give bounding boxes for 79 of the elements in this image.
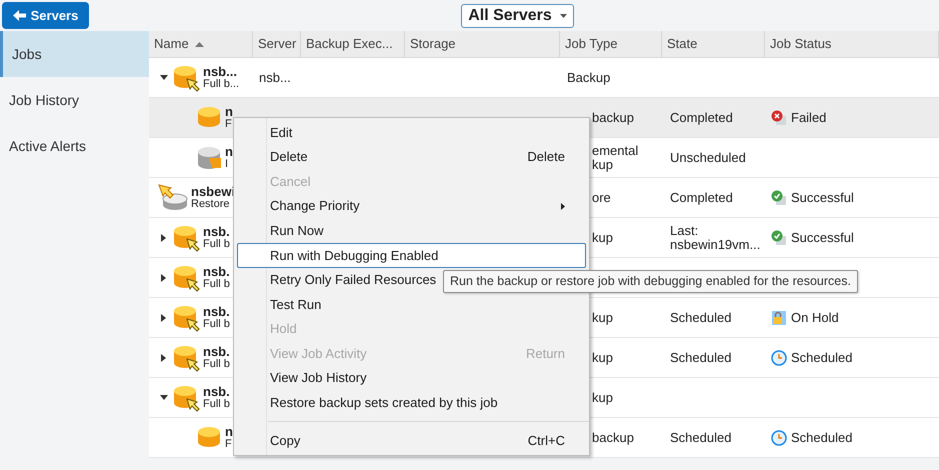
column-header[interactable]: Storage — [405, 31, 560, 57]
sidebar-item[interactable]: Active Alerts — [0, 123, 149, 169]
table-cell-text: Completed — [670, 110, 734, 124]
server-dropdown[interactable]: All Servers — [461, 4, 574, 28]
check-icon — [771, 190, 787, 206]
menu-item[interactable]: Run with Debugging Enabled — [237, 242, 586, 268]
table-cell-text: Scheduled — [791, 428, 852, 447]
job-subtitle: Full b — [203, 398, 230, 410]
column-header[interactable]: Job Type — [560, 31, 662, 57]
table-cell-text: kup — [592, 350, 614, 364]
job-name: nsb. — [203, 224, 230, 238]
shortcut-label: Ctrl+C — [528, 432, 565, 450]
job-name: n — [225, 104, 233, 118]
expand-arrow-icon[interactable] — [161, 354, 167, 362]
expand-arrow-icon[interactable] — [161, 274, 167, 282]
job-name: nsb. — [203, 304, 230, 318]
database-icon — [195, 426, 223, 450]
table-cell-text: backup — [592, 110, 635, 124]
job-name: nsb. — [203, 264, 230, 278]
caret-icon — [560, 14, 567, 18]
table-cell-text: kup — [592, 390, 614, 404]
table-cell-text: Scheduled — [670, 430, 732, 444]
table-cell-text: Completed — [670, 190, 734, 204]
menu-item[interactable]: Change Priority — [237, 194, 586, 218]
collapse-arrow-icon[interactable] — [160, 74, 168, 80]
sidebar-item[interactable]: Jobs — [0, 31, 149, 77]
job-subtitle: Full b — [203, 278, 230, 290]
job-subtitle: Restore — [191, 198, 231, 210]
job-subtitle: Full b — [203, 318, 230, 330]
restore-disk-icon — [157, 182, 189, 212]
job-name: nsb... — [203, 64, 238, 78]
job-name: nsb. — [203, 384, 230, 398]
table-cell-text: kup — [592, 310, 614, 324]
job-subtitle: Full b — [203, 358, 230, 370]
job-subtitle: Full b... — [203, 78, 240, 90]
clock-icon — [771, 430, 787, 446]
check-icon — [771, 230, 787, 246]
table-cell-text: emental kup — [592, 144, 640, 172]
sidebar-item[interactable]: Job History — [0, 77, 149, 123]
table-cell-text: Unscheduled — [670, 150, 747, 164]
table-cell-text: Backup — [567, 70, 612, 84]
tooltip: Run the backup or restore job with debugging enabled for the resources. — [443, 270, 858, 293]
job-subtitle: F — [225, 438, 233, 450]
clock-icon — [771, 350, 787, 366]
lock-icon — [771, 310, 787, 326]
column-header[interactable]: Backup Exec... — [301, 31, 405, 57]
expand-arrow-icon[interactable] — [161, 314, 167, 322]
table-cell-text: On Hold — [791, 308, 839, 327]
table-cell-text: backup — [592, 430, 635, 444]
table-cell-text: Successful — [791, 228, 854, 247]
table-cell-text: Scheduled — [670, 310, 732, 324]
collapse-arrow-icon[interactable] — [160, 394, 168, 400]
job-name: nsb. — [203, 344, 230, 358]
column-header[interactable]: State — [662, 31, 765, 57]
job-subtitle: F — [225, 118, 233, 130]
job-subtitle: Full b — [203, 238, 230, 250]
column-header[interactable]: Job Status — [765, 31, 939, 57]
error-icon — [771, 110, 787, 126]
table-cell-text: ore — [592, 190, 612, 204]
table-cell-text: Last: nsbewin19vm... — [670, 224, 762, 252]
shortcut-label: Return — [526, 344, 565, 363]
table-cell-text: Successful — [791, 188, 854, 207]
expand-arrow-icon[interactable] — [161, 234, 167, 242]
job-name: n — [225, 424, 233, 438]
column-header[interactable]: Name — [149, 31, 253, 57]
sort-ascending-icon — [194, 42, 204, 46]
table-cell-text: Failed — [791, 108, 826, 127]
table-cell-text: Scheduled — [791, 348, 852, 367]
job-name: n — [225, 144, 233, 158]
back-arrow-icon — [12, 10, 26, 21]
shortcut-label: Delete — [527, 148, 565, 166]
table-cell-text: nsb... — [259, 68, 291, 87]
column-header[interactable]: Server — [253, 31, 301, 57]
job-subtitle: I — [225, 158, 230, 170]
job-name-cell[interactable]: nsb... Full b... — [149, 58, 253, 97]
database-icon — [195, 106, 223, 130]
back-button[interactable]: Servers — [2, 2, 89, 29]
table-cell-text: kup — [592, 230, 614, 244]
table-cell-text: Scheduled — [670, 350, 732, 364]
